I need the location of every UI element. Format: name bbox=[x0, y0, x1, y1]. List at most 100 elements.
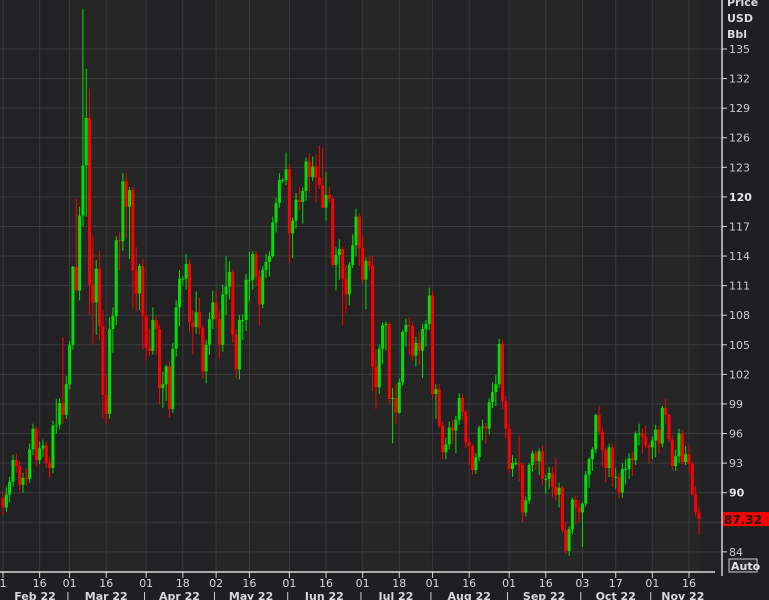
candle-up bbox=[241, 320, 245, 322]
candle-up bbox=[397, 382, 401, 413]
y-axis-title: Bbl bbox=[727, 28, 747, 41]
candle-up bbox=[207, 319, 211, 345]
candlestick-chart[interactable]: 8490939699102105108111114117120123126129… bbox=[0, 0, 769, 600]
candle-up bbox=[108, 329, 112, 414]
candle-down bbox=[191, 322, 195, 328]
candle-down bbox=[317, 177, 321, 186]
y-tick-label: 111 bbox=[729, 280, 750, 293]
candle-down bbox=[411, 326, 415, 356]
month-label: Oct 22 bbox=[596, 590, 636, 600]
candle-down bbox=[644, 436, 648, 446]
candle-up bbox=[4, 494, 8, 508]
candle-up bbox=[477, 427, 481, 458]
candle-down bbox=[451, 427, 455, 431]
y-tick-label: 108 bbox=[729, 309, 750, 322]
candle-up bbox=[31, 428, 35, 450]
x-tick-label: 16 bbox=[242, 577, 256, 590]
candle-down bbox=[484, 426, 488, 429]
candle-down bbox=[124, 181, 128, 207]
candle-down bbox=[327, 194, 331, 199]
candle-up bbox=[267, 256, 271, 262]
month-label: Sep 22 bbox=[523, 590, 565, 600]
candle-up bbox=[41, 445, 45, 449]
x-tick-label: 1 bbox=[0, 577, 7, 590]
candle-down bbox=[101, 326, 105, 396]
candle-down bbox=[14, 460, 18, 467]
candle-up bbox=[527, 465, 531, 501]
candle-up bbox=[251, 254, 255, 280]
x-tick-label: 16 bbox=[462, 577, 476, 590]
candle-down bbox=[690, 464, 694, 495]
candle-up bbox=[38, 448, 42, 461]
y-tick-label: 129 bbox=[729, 102, 750, 115]
candle-down bbox=[554, 486, 558, 495]
candle-up bbox=[607, 447, 611, 469]
candle-up bbox=[447, 427, 451, 445]
candle-up bbox=[530, 453, 534, 466]
candle-down bbox=[394, 398, 398, 413]
y-axis-title: Price bbox=[727, 0, 758, 9]
candle-down bbox=[331, 198, 335, 265]
candle-down bbox=[307, 161, 311, 178]
candle-down bbox=[361, 248, 365, 280]
x-tick-label: 16 bbox=[33, 577, 47, 590]
x-tick-label: 01 bbox=[139, 577, 153, 590]
candle-up bbox=[634, 433, 638, 461]
candle-down bbox=[694, 494, 698, 513]
x-tick-label: 01 bbox=[63, 577, 77, 590]
candle-down bbox=[321, 185, 325, 208]
candle-down bbox=[1, 497, 5, 508]
candle-up bbox=[224, 286, 228, 295]
x-tick-label: 16 bbox=[99, 577, 113, 590]
y-tick-label: 102 bbox=[729, 368, 750, 381]
candle-down bbox=[604, 450, 608, 469]
candle-down bbox=[168, 366, 171, 409]
candle-up bbox=[277, 180, 281, 203]
candle-down bbox=[520, 465, 524, 513]
candle-up bbox=[570, 499, 574, 530]
candle-up bbox=[494, 384, 498, 393]
candle-up bbox=[401, 331, 405, 383]
candle-down bbox=[431, 295, 435, 395]
candle-up bbox=[174, 307, 178, 349]
candle-down bbox=[18, 466, 22, 485]
candle-up bbox=[181, 278, 185, 280]
auto-scale-button-label[interactable]: Auto bbox=[731, 560, 761, 573]
x-tick-label: 17 bbox=[609, 577, 623, 590]
candle-up bbox=[594, 414, 598, 450]
candle-up bbox=[211, 302, 215, 320]
candle-down bbox=[61, 402, 65, 415]
candle-up bbox=[264, 261, 268, 270]
candle-down bbox=[134, 270, 138, 294]
y-tick-label: 105 bbox=[729, 339, 750, 352]
candle-down bbox=[564, 530, 568, 551]
candle-up bbox=[68, 344, 72, 385]
candle-up bbox=[244, 279, 248, 321]
candle-up bbox=[121, 181, 125, 242]
candle-up bbox=[391, 398, 395, 400]
candle-up bbox=[78, 215, 82, 291]
candle-up bbox=[28, 449, 32, 479]
candle-down bbox=[534, 453, 538, 462]
candle-down bbox=[214, 302, 218, 320]
candle-down bbox=[597, 414, 601, 432]
candle-up bbox=[524, 500, 528, 513]
candle-up bbox=[184, 263, 188, 279]
candle-up bbox=[261, 269, 265, 305]
candle-up bbox=[474, 457, 478, 471]
x-tick-label: 16 bbox=[539, 577, 553, 590]
candle-up bbox=[291, 220, 295, 234]
candle-down bbox=[617, 476, 621, 493]
candle-up bbox=[221, 294, 225, 345]
candle-up bbox=[294, 199, 298, 221]
price-chart-window: 84 90 93 96 99 102 105 108 111 114 117 120 123 126 129… bbox=[0, 0, 769, 600]
candle-up bbox=[660, 407, 664, 444]
candle-down bbox=[367, 260, 371, 266]
candle-up bbox=[164, 366, 168, 385]
candle-down bbox=[34, 428, 38, 461]
candle-up bbox=[580, 503, 584, 513]
candle-up bbox=[620, 469, 624, 493]
candle-down bbox=[187, 263, 191, 323]
candle-up bbox=[128, 189, 132, 207]
candle-down bbox=[197, 312, 201, 329]
